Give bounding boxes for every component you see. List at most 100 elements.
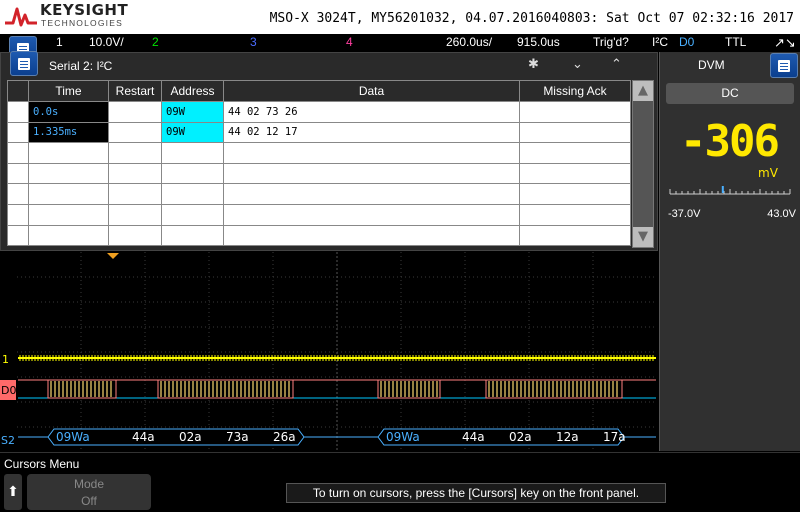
restart-cell [108,142,162,164]
missing-ack-cell [519,183,631,205]
brand-subtitle: TECHNOLOGIES [41,18,123,28]
softkey-bar: Cursors Menu ⬆ Mode Off To turn on curso… [0,452,800,512]
time-cell: 0.0s [28,101,109,123]
data-cell [223,224,520,247]
bus-data-label: 26a [273,430,296,444]
bus-address-label: 09Wa [386,430,420,444]
brand-name: KEYSIGHT [40,1,129,19]
mode-softkey[interactable]: Mode Off [27,474,151,510]
timebase[interactable]: 260.0us/ [446,35,492,49]
bus-data-label: 44a [132,430,155,444]
column-header-restart[interactable]: Restart [108,80,162,102]
bus-address-label: 09Wa [56,430,90,444]
ch1-scale[interactable]: 10.0V/ [89,35,124,49]
table-header-row: Time Restart Address Data Missing Ack [7,80,631,102]
missing-ack-cell [519,224,631,247]
address-cell [161,162,224,185]
address-cell [161,203,224,226]
d0-marker: D0 [1,384,16,397]
table-row[interactable] [7,224,631,247]
row-marker [7,101,29,123]
decode-menu-button[interactable] [10,51,38,76]
address-cell [161,142,224,164]
dvm-mode-button[interactable]: DC [666,83,794,104]
restart-cell [108,121,162,144]
time-cell [28,203,109,226]
restart-cell [108,203,162,226]
restart-cell [108,224,162,247]
table-row[interactable] [7,183,631,205]
missing-ack-cell [519,162,631,185]
dvm-panel: DVM DC -306 mV -37.0V 43.0V [659,52,800,451]
restart-cell [108,183,162,205]
scroll-up-icon[interactable]: ▲ [633,81,653,101]
row-marker [7,183,29,205]
data-cell: 44 02 73 26 [223,101,520,123]
delay[interactable]: 915.0us [517,35,560,49]
table-row[interactable] [7,162,631,185]
time-cell: 1.335ms [28,121,109,144]
mode-softkey-label: Mode [73,477,105,491]
menu-icon [778,60,790,72]
trigger-level[interactable]: TTL [725,35,746,49]
data-cell [223,162,520,185]
row-marker-header [7,80,29,102]
back-arrow-icon[interactable]: ⬆ [4,474,22,510]
row-marker [7,203,29,226]
column-header-missing-ack[interactable]: Missing Ack [519,80,631,102]
column-header-data[interactable]: Data [223,80,520,102]
row-marker [7,121,29,144]
dvm-range-max: 43.0V [767,208,796,220]
dvm-range-scale [669,186,791,195]
decode-table: Time Restart Address Data Missing Ack 0.… [7,80,631,247]
d0-burst [47,379,117,399]
chevron-double-up-icon[interactable]: ⌃ [611,57,622,72]
scroll-down-icon[interactable]: ▼ [633,227,653,247]
data-cell [223,203,520,226]
bus-data-label: 02a [179,430,202,444]
data-cell [223,142,520,164]
gear-icon[interactable]: ✱ [528,57,539,72]
waveform-display[interactable]: 1 D0 S2 09Wa 44a 02a 73a 26a 09Wa 44a 02a 12a 17a [0,252,658,452]
address-cell: 09W [161,121,224,144]
missing-ack-cell [519,142,631,164]
dvm-title: DVM [698,58,725,72]
decode-panel-title: Serial 2: I²C [49,59,113,73]
menu-icon [18,58,30,70]
time-cell [28,183,109,205]
ch3-label[interactable]: 3 [250,35,257,49]
dvm-range-min: -37.0V [668,208,701,220]
bus-data-label: 12a [556,430,579,444]
table-row[interactable] [7,142,631,164]
address-cell [161,183,224,205]
ch1-label[interactable]: 1 [56,35,63,49]
chevron-double-down-icon[interactable]: ⌄ [572,57,583,72]
mode-softkey-value: Off [81,494,97,508]
dvm-menu-button[interactable] [770,53,798,78]
address-cell: 09W [161,101,224,123]
ch1-marker: 1 [2,353,9,366]
table-row[interactable] [7,203,631,226]
table-row[interactable]: 0.0s 09W 44 02 73 26 [7,101,631,123]
missing-ack-cell [519,101,631,123]
bus-data-label: 02a [509,430,532,444]
address-cell [161,224,224,247]
trigger-source[interactable]: D0 [679,35,694,49]
dvm-reading: -306 [680,116,780,167]
trigger-state: Trig'd? [593,35,629,49]
column-header-address[interactable]: Address [161,80,224,102]
time-cell [28,142,109,164]
table-row[interactable]: 1.335ms 09W 44 02 12 17 [7,121,631,144]
data-cell [223,183,520,205]
row-marker [7,142,29,164]
trigger-type[interactable]: I²C [652,35,668,49]
serial-decode-panel: Serial 2: I²C ✱ ⌄ ⌃ Time Restart Address… [0,51,658,251]
ch2-label[interactable]: 2 [152,35,159,49]
missing-ack-cell [519,121,631,144]
column-header-time[interactable]: Time [28,80,109,102]
trigger-edge-icon[interactable]: ↗↘ [774,35,796,51]
bus-data-label: 44a [462,430,485,444]
decode-scrollbar[interactable]: ▲ ▼ [632,80,654,248]
ch4-label[interactable]: 4 [346,35,353,49]
keysight-logo-icon [5,7,37,27]
